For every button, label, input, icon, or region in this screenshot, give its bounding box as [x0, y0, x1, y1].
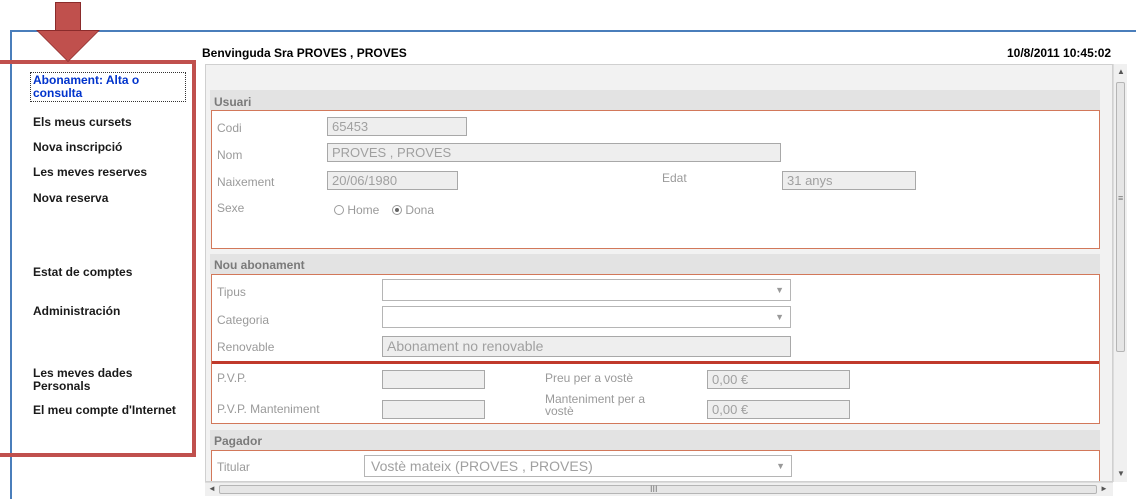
chevron-down-icon: ▼	[775, 285, 784, 295]
pagador-section-title: Pagador	[214, 434, 263, 448]
categoria-label: Categoria	[217, 313, 270, 327]
naixement-field[interactable]: 20/06/1980	[327, 171, 458, 190]
radio-dona[interactable]	[392, 205, 402, 215]
edat-label: Edat	[662, 171, 687, 185]
preu-label: Preu per a vostè	[545, 371, 634, 385]
scroll-down-icon[interactable]: ▼	[1117, 469, 1125, 478]
categoria-select[interactable]: ▼	[382, 306, 791, 328]
nom-label: Nom	[217, 148, 243, 162]
usuari-section-header	[210, 90, 1100, 110]
codi-label: Codi	[217, 121, 242, 135]
pagador-section-header	[210, 430, 1100, 450]
chevron-down-icon: ▼	[775, 312, 784, 322]
titular-select[interactable]: Vostè mateix (PROVES , PROVES) ▼	[364, 455, 792, 477]
horizontal-scroll-thumb[interactable]: III	[219, 484, 1097, 494]
scroll-left-icon[interactable]: ◄	[208, 484, 216, 493]
scroll-right-icon[interactable]: ►	[1100, 484, 1108, 493]
abonament-section-header	[210, 254, 1100, 274]
manteniment-label: Manteniment per a vostè	[545, 392, 646, 418]
titular-label: Titular	[217, 460, 250, 474]
sexe-home-option[interactable]: Home	[334, 203, 379, 217]
sexe-dona-option[interactable]: Dona	[392, 203, 434, 217]
usuari-section-title: Usuari	[214, 95, 252, 109]
edat-field[interactable]: 31 anys	[782, 171, 916, 190]
main-form-panel: Usuari Codi 65453 Nom PROVES , PROVES Na…	[205, 64, 1113, 482]
annotation-arrow-shaft	[55, 2, 81, 32]
current-datetime: 10/8/2011 10:45:02	[1007, 46, 1112, 60]
pagador-section: Titular Vostè mateix (PROVES , PROVES) ▼	[211, 450, 1100, 481]
tipus-select[interactable]: ▼	[382, 279, 791, 301]
codi-field[interactable]: 65453	[327, 117, 467, 136]
grip-icon: ≡	[1118, 193, 1124, 203]
vertical-scroll-thumb[interactable]: ≡	[1116, 82, 1125, 352]
sexe-label: Sexe	[217, 201, 245, 215]
titular-value: Vostè mateix (PROVES , PROVES)	[371, 458, 593, 474]
pvp-manteniment-label: P.V.P. Manteniment	[217, 402, 320, 416]
preu-field[interactable]: 0,00 €	[707, 370, 850, 389]
naixement-label: Naixement	[217, 175, 275, 189]
abonament-section-title: Nou abonament	[214, 258, 305, 272]
pvp-manteniment-field[interactable]	[382, 400, 485, 419]
sexe-dona-label: Dona	[405, 203, 435, 217]
chevron-down-icon: ▼	[776, 461, 785, 471]
pvp-label: P.V.P.	[217, 371, 247, 385]
sexe-home-label: Home	[347, 203, 380, 217]
nom-field[interactable]: PROVES , PROVES	[327, 143, 781, 162]
radio-home[interactable]	[334, 205, 344, 215]
grip-icon: III	[650, 484, 658, 494]
tipus-label: Tipus	[217, 285, 246, 299]
abonament-section: Tipus ▼ Categoria ▼ Renovable Abonament …	[211, 274, 1100, 424]
horizontal-scrollbar[interactable]: ◄ III ►	[205, 482, 1113, 496]
highlight-rectangle	[0, 60, 196, 457]
scroll-up-icon[interactable]: ▲	[1117, 67, 1125, 76]
down-arrow-icon	[38, 31, 98, 61]
welcome-message: Benvinguda Sra PROVES , PROVES	[202, 46, 407, 60]
manteniment-field[interactable]: 0,00 €	[707, 400, 850, 419]
usuari-section: Codi 65453 Nom PROVES , PROVES Naixement…	[211, 110, 1100, 249]
vertical-scrollbar[interactable]: ▲ ≡ ▼	[1113, 64, 1127, 482]
pvp-field[interactable]	[382, 370, 485, 389]
renovable-label: Renovable	[217, 340, 275, 354]
renovable-field[interactable]: Abonament no renovable	[382, 336, 791, 357]
section-divider	[212, 361, 1099, 364]
